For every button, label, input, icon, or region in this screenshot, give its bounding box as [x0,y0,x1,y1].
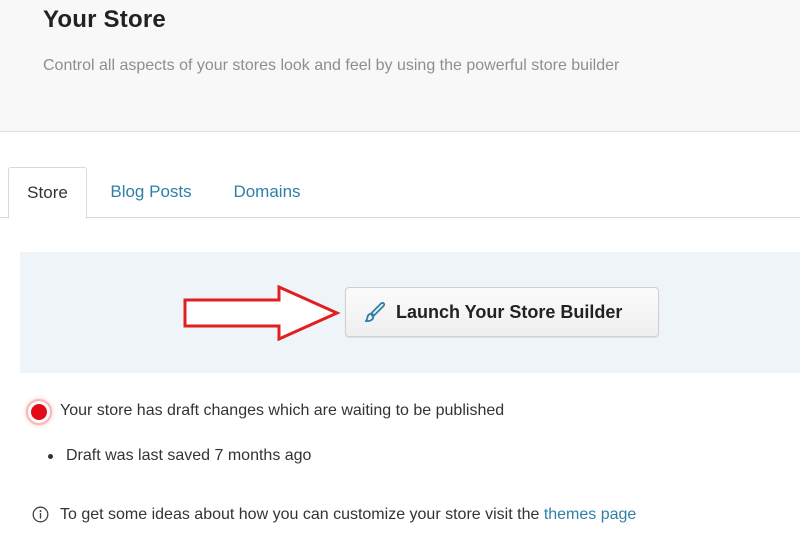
draft-status-message: Your store has draft changes which are w… [60,402,505,419]
info-message-text: To get some ideas about how you can cust… [60,506,544,523]
store-builder-panel: Launch Your Store Builder [20,252,800,373]
tab-bar: Store Blog Posts Domains [0,167,800,219]
info-icon [32,506,49,523]
page-subtitle: Control all aspects of your stores look … [43,57,620,74]
bullet-dot [48,454,53,459]
themes-page-link[interactable]: themes page [544,506,637,523]
page-title: Your Store [43,6,166,33]
store-settings-page: Your Store Control all aspects of your s… [0,0,800,550]
launch-button-label: Launch Your Store Builder [396,302,623,322]
red-arrow-annotation [183,285,341,341]
info-message: To get some ideas about how you can cust… [60,506,636,524]
paintbrush-icon [364,302,386,322]
draft-indicator-dot [31,404,47,420]
launch-store-builder-button[interactable]: Launch Your Store Builder [345,287,659,337]
draft-saved-note: Draft was last saved 7 months ago [66,447,312,464]
tab-domains[interactable]: Domains [222,167,312,218]
tab-store[interactable]: Store [8,167,87,219]
page-header: Your Store Control all aspects of your s… [0,0,800,132]
tab-blog-posts[interactable]: Blog Posts [97,167,205,218]
